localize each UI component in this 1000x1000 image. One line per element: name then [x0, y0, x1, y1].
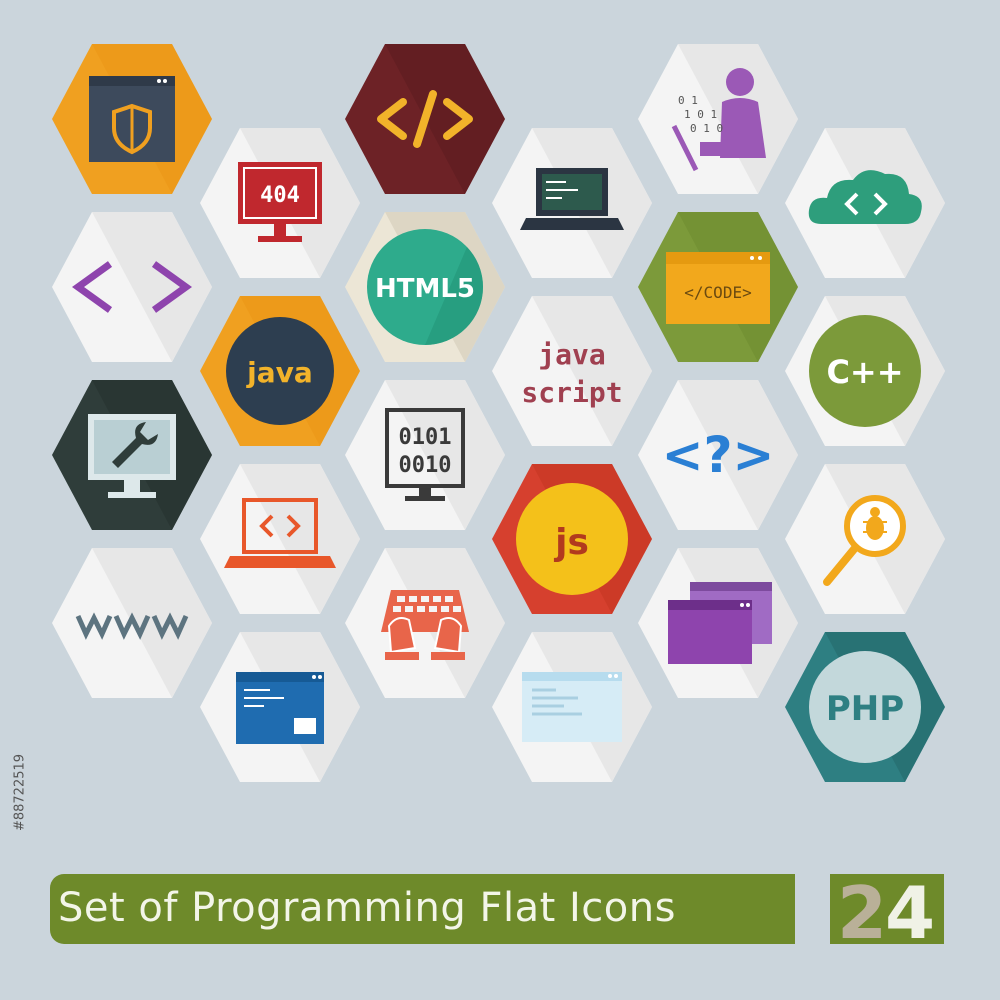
code-window-icon: </CODE> [638, 212, 798, 362]
js-label: js [553, 522, 589, 563]
svg-text:0 1: 0 1 [678, 94, 698, 107]
svg-text:0101: 0101 [399, 425, 452, 450]
browser-shield-icon [52, 44, 212, 194]
svg-text:1 0 1: 1 0 1 [684, 108, 717, 121]
javascript-text-icon: java script [492, 296, 652, 446]
js-badge-icon: js [492, 464, 652, 614]
www-icon [52, 548, 212, 698]
svg-text:script: script [521, 376, 622, 409]
laptop-brackets-icon [200, 464, 360, 614]
php-badge-icon: PHP [785, 632, 945, 782]
code-brackets-dark-icon [345, 44, 505, 194]
question-label: <?> [662, 426, 775, 484]
svg-text:0 1 0: 0 1 0 [690, 122, 723, 135]
angle-brackets-icon [52, 212, 212, 362]
browser-lines-icon [492, 632, 652, 782]
icon-sheet: #88722519 0 1 1 0 1 0 1 0 404 HTML5 </CO… [0, 0, 1000, 1000]
php-label: PHP [826, 689, 904, 729]
monitor-binary-icon: 0101 0010 [345, 380, 505, 530]
cloud-code-icon [785, 128, 945, 278]
stock-id: #88722519 [12, 753, 28, 832]
keyboard-hands-icon [345, 548, 505, 698]
windows-stack-icon [638, 548, 798, 698]
cpp-badge-icon: C++ [785, 296, 945, 446]
count-digit-2: 4 [885, 874, 935, 944]
browser-code-icon [200, 632, 360, 782]
404-label: 404 [260, 183, 300, 208]
html5-badge-icon: HTML5 [345, 212, 505, 362]
coder-binary-icon: 0 1 1 0 1 0 1 0 [638, 44, 798, 194]
monitor-wrench-icon [52, 380, 212, 530]
cpp-label: C++ [826, 353, 903, 391]
icon-count: 2 4 [792, 871, 944, 955]
code-label: </CODE> [684, 283, 751, 302]
svg-text:0010: 0010 [399, 453, 452, 478]
svg-text:java: java [538, 338, 605, 371]
bug-search-icon [785, 464, 945, 614]
java-badge-icon: java [200, 296, 360, 446]
count-digit-1: 2 [837, 874, 887, 944]
laptop-code-icon [492, 128, 652, 278]
html5-label: HTML5 [375, 274, 475, 304]
monitor-404-icon: 404 [200, 128, 360, 278]
question-brackets-icon: <?> [638, 380, 798, 530]
page-title: Set of Programming Flat Icons [58, 885, 676, 931]
java-label: java [246, 356, 313, 389]
